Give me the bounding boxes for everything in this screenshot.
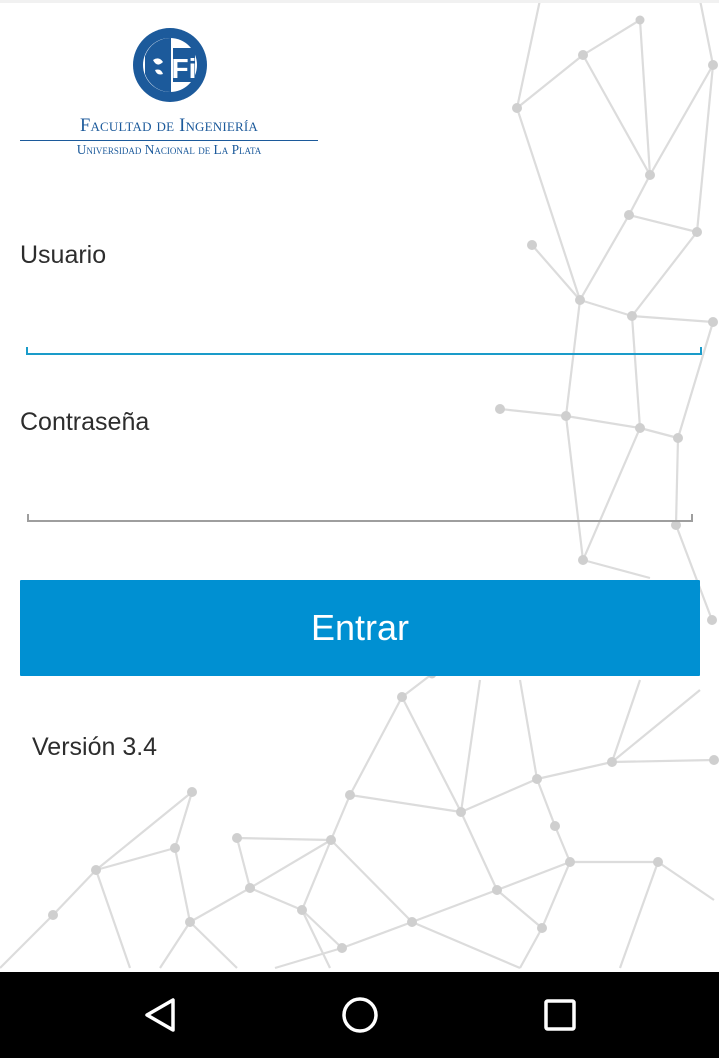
password-label: Contraseña — [20, 408, 150, 436]
submit-button[interactable]: Entrar — [20, 580, 700, 676]
user-field — [26, 311, 702, 355]
fi-emblem-icon: Fi — [133, 28, 207, 102]
home-button[interactable] — [300, 972, 420, 1058]
top-edge — [0, 0, 719, 3]
university-subtitle: Universidad Nacional de La Plata — [76, 142, 262, 157]
back-triangle-icon — [145, 998, 175, 1032]
logo-divider — [20, 140, 318, 141]
faculty-logo: Fi Facultad de Ingeniería Universidad Na… — [18, 24, 320, 160]
user-input[interactable] — [28, 311, 700, 353]
home-circle-icon — [342, 997, 378, 1033]
faculty-title: Facultad de Ingeniería — [79, 116, 259, 136]
version-label: Versión 3.4 — [32, 733, 158, 761]
recents-button[interactable] — [500, 972, 620, 1058]
back-button[interactable] — [100, 972, 220, 1058]
password-field — [27, 478, 693, 522]
password-input[interactable] — [28, 478, 692, 520]
system-navigation-bar — [0, 972, 719, 1058]
recents-square-icon — [544, 999, 576, 1031]
user-label: Usuario — [20, 241, 107, 269]
emblem-letters: Fi — [172, 53, 197, 84]
